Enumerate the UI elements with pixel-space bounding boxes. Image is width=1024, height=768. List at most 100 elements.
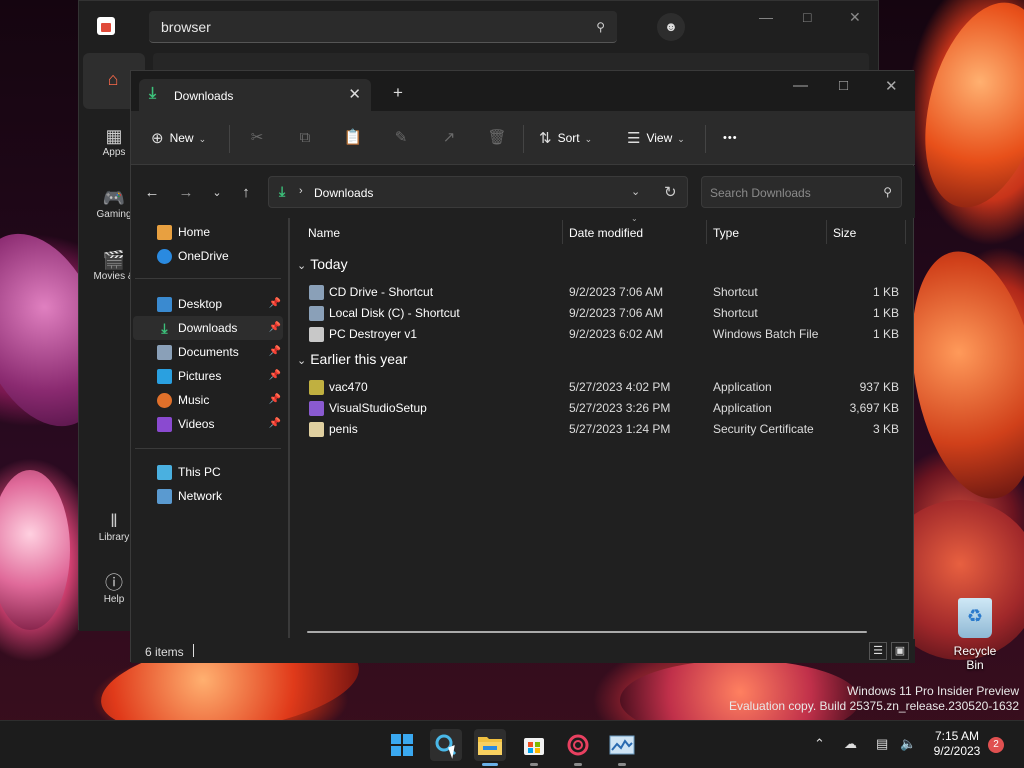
group-header-earlier[interactable]: ⌄ Earlier this year xyxy=(297,351,407,367)
column-divider[interactable] xyxy=(826,220,827,244)
column-header-type[interactable]: Type xyxy=(713,226,739,240)
more-options-button[interactable]: ••• xyxy=(723,128,738,148)
close-tab-icon[interactable]: ✕ xyxy=(348,85,361,103)
refresh-icon[interactable]: ↻ xyxy=(664,183,677,201)
details-view-icon[interactable]: ☰ xyxy=(869,642,887,660)
onedrive-icon[interactable]: ☁ xyxy=(844,736,857,752)
tab-downloads[interactable]: ⤓ Downloads ✕ xyxy=(139,79,371,111)
chevron-up-icon[interactable]: ⌃ xyxy=(814,736,825,752)
tiles-view-icon[interactable]: ▣ xyxy=(891,642,909,660)
nav-item-music[interactable]: Music 📌 xyxy=(133,388,283,412)
rename-icon[interactable]: ✎ xyxy=(391,128,411,148)
nav-item-network[interactable]: Network xyxy=(133,484,283,508)
chevron-down-icon[interactable]: ⌄ xyxy=(631,185,640,198)
volume-icon[interactable]: 🔈 xyxy=(900,736,916,752)
search-box[interactable]: Search Downloads ⚲ xyxy=(701,176,902,208)
user-account-icon[interactable]: ☻ xyxy=(657,13,685,41)
table-row[interactable]: VisualStudioSetup 5/27/2023 3:26 PM Applic… xyxy=(305,398,905,419)
music-icon xyxy=(157,393,172,408)
store-taskbar-button[interactable] xyxy=(518,729,550,761)
table-row[interactable]: CD Drive - Shortcut 9/2/2023 7:06 AM Short… xyxy=(305,282,905,303)
group-header-today[interactable]: ⌄ Today xyxy=(297,256,348,272)
explorer-titlebar[interactable]: ⤓ Downloads ✕ + — □ ✕ xyxy=(131,71,915,111)
store-maximize-button[interactable]: □ xyxy=(803,9,811,25)
search-icon[interactable]: ⚲ xyxy=(596,20,605,34)
store-icon xyxy=(524,738,544,755)
column-divider[interactable] xyxy=(562,220,563,244)
app-taskbar-button[interactable] xyxy=(562,729,594,761)
back-arrow-icon[interactable]: ← xyxy=(142,184,162,201)
nav-item-videos[interactable]: Videos 📌 xyxy=(133,412,283,436)
minimize-button[interactable]: — xyxy=(793,77,808,94)
address-bar[interactable]: ⤓ › Downloads ⌄ ↻ xyxy=(268,176,688,208)
new-button[interactable]: ⊕ New ⌄ xyxy=(151,128,206,148)
recent-locations-icon[interactable]: ⌄ xyxy=(207,186,227,199)
group-label: Earlier this year xyxy=(310,351,408,367)
nav-item-desktop[interactable]: Desktop 📌 xyxy=(133,292,283,316)
pin-icon[interactable]: 📌 xyxy=(269,316,281,340)
nav-item-downloads[interactable]: ⤓ Downloads 📌 xyxy=(133,316,283,340)
nav-item-documents[interactable]: Documents 📌 xyxy=(133,340,283,364)
store-search-box[interactable]: browser ⚲ xyxy=(149,11,617,43)
nav-item-label: This PC xyxy=(178,465,221,479)
nav-item-onedrive[interactable]: OneDrive xyxy=(133,244,283,268)
cut-icon[interactable]: ✂ xyxy=(247,128,267,148)
nav-item-label: Home xyxy=(178,225,211,239)
close-button[interactable]: ✕ xyxy=(885,77,898,95)
chevron-down-icon[interactable]: ⌄ xyxy=(297,355,306,367)
start-button[interactable] xyxy=(386,729,418,761)
nav-item-pictures[interactable]: Pictures 📌 xyxy=(133,364,283,388)
up-arrow-icon[interactable]: ↑ xyxy=(236,184,256,201)
horizontal-scrollbar[interactable] xyxy=(307,631,867,633)
file-date: 9/2/2023 6:02 AM xyxy=(569,327,664,341)
copy-icon[interactable]: ⧉ xyxy=(295,128,315,148)
file-name: vac470 xyxy=(329,380,368,394)
notification-badge[interactable]: 2 xyxy=(988,737,1004,753)
file-explorer-window[interactable]: ⤓ Downloads ✕ + — □ ✕ ⊕ New ⌄ ✂ ⧉ 📋 ✎ ↗ 🗑 … xyxy=(130,70,915,663)
column-header-name[interactable]: Name xyxy=(308,226,340,240)
download-icon: ⤓ xyxy=(161,320,168,336)
table-row[interactable]: Local Disk (C) - Shortcut 9/2/2023 7:06 A… xyxy=(305,303,905,324)
share-icon[interactable]: ↗ xyxy=(439,128,459,148)
store-search-input[interactable]: browser xyxy=(161,19,211,35)
forward-arrow-icon[interactable]: → xyxy=(176,184,196,201)
view-button[interactable]: ☰ View ⌄ xyxy=(627,128,685,148)
monitor-taskbar-button[interactable] xyxy=(606,729,638,761)
column-header-size[interactable]: Size xyxy=(833,226,856,240)
column-divider[interactable] xyxy=(905,220,906,244)
new-tab-button[interactable]: + xyxy=(393,84,403,101)
active-indicator xyxy=(482,763,498,766)
network-icon[interactable]: ▤ xyxy=(876,736,888,752)
table-row[interactable]: vac470 5/27/2023 4:02 PM Application 937 KB xyxy=(305,377,905,398)
breadcrumb-chevron-icon[interactable]: › xyxy=(299,185,303,197)
clock[interactable]: 7:15 AM 9/2/2023 xyxy=(928,729,986,759)
table-row[interactable]: penis 5/27/2023 1:24 PM Security Certifica… xyxy=(305,419,905,440)
pin-icon[interactable]: 📌 xyxy=(269,292,281,316)
nav-pane-splitter[interactable] xyxy=(288,218,290,638)
pin-icon[interactable]: 📌 xyxy=(269,388,281,412)
table-row[interactable]: PC Destroyer v1 9/2/2023 6:02 AM Windows B… xyxy=(305,324,905,345)
pin-icon[interactable]: 📌 xyxy=(269,364,281,388)
search-input[interactable]: Search Downloads xyxy=(710,186,811,200)
nav-item-home[interactable]: Home xyxy=(133,220,283,244)
column-header-date[interactable]: Date modified xyxy=(569,226,643,240)
file-explorer-taskbar-button[interactable] xyxy=(474,729,506,761)
recycle-bin-icon xyxy=(958,598,992,638)
recycle-bin[interactable]: Recycle Bin xyxy=(944,598,1006,672)
column-divider[interactable] xyxy=(706,220,707,244)
sort-button[interactable]: ⇅ Sort ⌄ xyxy=(539,128,592,148)
delete-icon[interactable]: 🗑 xyxy=(487,128,507,148)
paste-icon[interactable]: 📋 xyxy=(343,128,363,148)
pin-icon[interactable]: 📌 xyxy=(269,412,281,436)
store-close-button[interactable]: ✕ xyxy=(849,9,861,26)
pin-icon[interactable]: 📌 xyxy=(269,340,281,364)
chevron-down-icon[interactable]: ⌄ xyxy=(297,260,306,272)
nav-item-label: OneDrive xyxy=(178,249,229,263)
store-minimize-button[interactable]: — xyxy=(759,9,773,25)
search-icon[interactable]: ⚲ xyxy=(883,185,892,199)
clock-date: 9/2/2023 xyxy=(933,744,981,758)
breadcrumb[interactable]: Downloads xyxy=(314,186,373,200)
nav-item-this-pc[interactable]: This PC xyxy=(133,460,283,484)
maximize-button[interactable]: □ xyxy=(839,77,848,94)
file-name: Local Disk (C) - Shortcut xyxy=(329,306,460,320)
